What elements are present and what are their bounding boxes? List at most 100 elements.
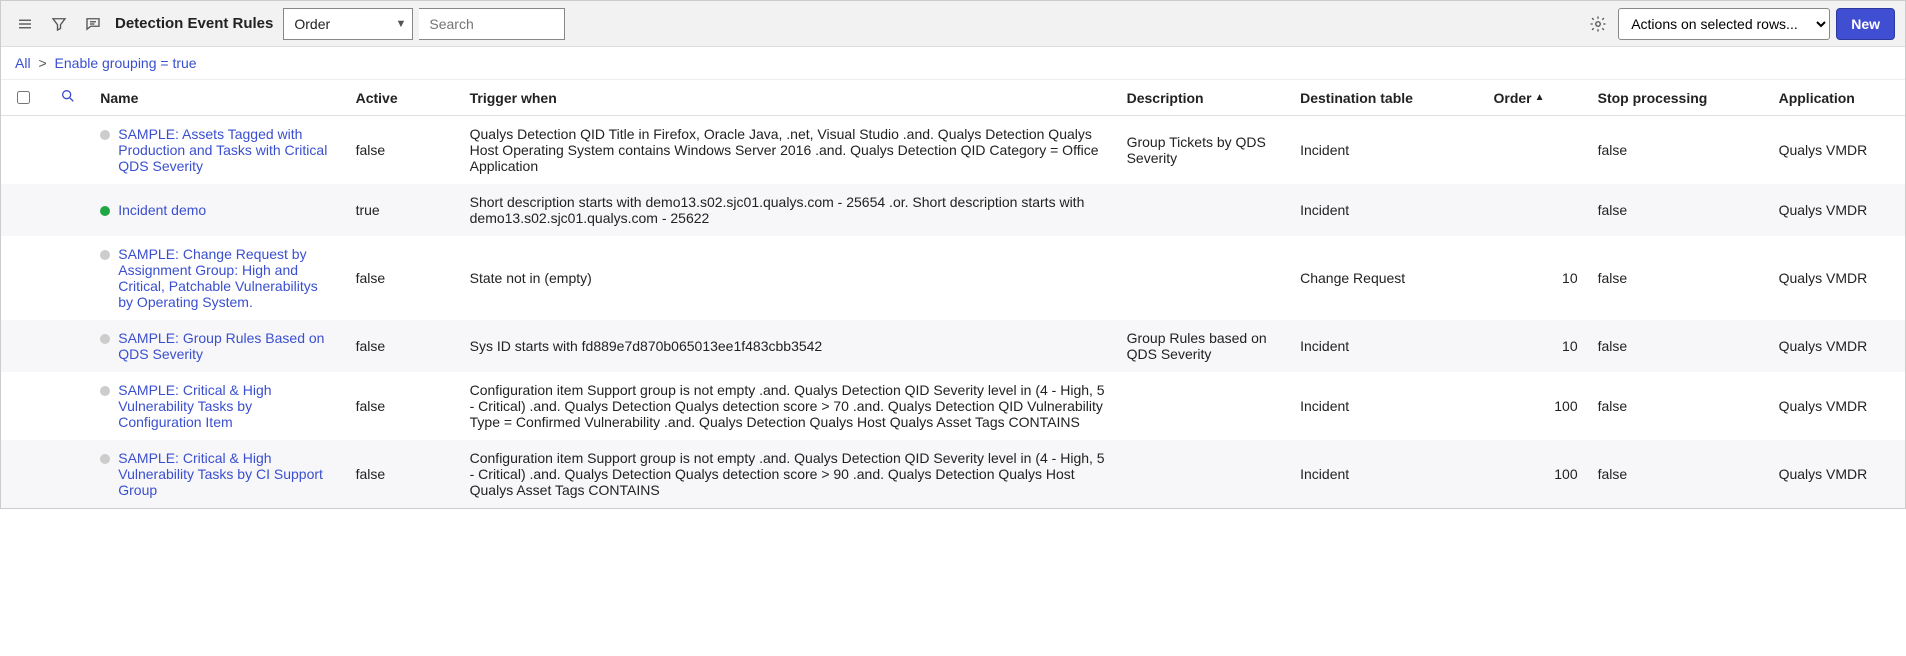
cell-application[interactable]: Qualys VMDR	[1769, 184, 1905, 236]
table-row: SAMPLE: Change Request by Assignment Gro…	[1, 236, 1905, 320]
row-gutter	[1, 372, 46, 440]
row-gutter2	[46, 440, 91, 508]
cell-destination: Incident	[1290, 116, 1483, 185]
select-all-header	[1, 80, 46, 116]
search-column-header[interactable]	[46, 80, 91, 116]
select-all-checkbox[interactable]	[17, 91, 30, 104]
actions-select[interactable]: Actions on selected rows...	[1618, 8, 1830, 40]
cell-active: false	[346, 236, 460, 320]
row-gutter2	[46, 320, 91, 372]
status-dot-icon	[100, 206, 110, 216]
row-gutter	[1, 236, 46, 320]
table-row: SAMPLE: Group Rules Based on QDS Severit…	[1, 320, 1905, 372]
table-header-row: Name Active Trigger when Description Des…	[1, 80, 1905, 116]
col-application[interactable]: Application	[1769, 80, 1905, 116]
cell-application[interactable]: Qualys VMDR	[1769, 116, 1905, 185]
cell-destination: Incident	[1290, 184, 1483, 236]
status-dot-icon	[100, 334, 110, 344]
cell-application[interactable]: Qualys VMDR	[1769, 440, 1905, 508]
cell-description: Group Rules based on QDS Severity	[1117, 320, 1291, 372]
cell-name: SAMPLE: Critical & High Vulnerability Ta…	[90, 440, 345, 508]
cell-order: 10	[1484, 320, 1588, 372]
cell-active: false	[346, 320, 460, 372]
data-table: Name Active Trigger when Description Des…	[1, 80, 1905, 508]
cell-stop: false	[1588, 440, 1769, 508]
sort-asc-icon: ▲	[1535, 92, 1545, 103]
row-name-link[interactable]: SAMPLE: Group Rules Based on QDS Severit…	[118, 330, 335, 362]
cell-destination: Incident	[1290, 440, 1483, 508]
sort-field-select[interactable]: Order ▼	[283, 8, 413, 40]
filter-icon[interactable]	[45, 10, 73, 38]
breadcrumb-sep: >	[38, 55, 46, 71]
search-input[interactable]	[419, 8, 565, 40]
cell-description	[1117, 372, 1291, 440]
cell-stop: false	[1588, 236, 1769, 320]
page-title: Detection Event Rules	[115, 15, 273, 32]
cell-destination: Incident	[1290, 372, 1483, 440]
gear-icon[interactable]	[1584, 10, 1612, 38]
cell-destination: Incident	[1290, 320, 1483, 372]
cell-name: SAMPLE: Critical & High Vulnerability Ta…	[90, 372, 345, 440]
table-row: SAMPLE: Assets Tagged with Production an…	[1, 116, 1905, 185]
cell-application[interactable]: Qualys VMDR	[1769, 236, 1905, 320]
status-dot-icon	[100, 454, 110, 464]
breadcrumb-filter[interactable]: Enable grouping = true	[55, 55, 197, 71]
row-gutter2	[46, 236, 91, 320]
cell-application[interactable]: Qualys VMDR	[1769, 320, 1905, 372]
chat-icon[interactable]	[79, 10, 107, 38]
breadcrumb: All > Enable grouping = true	[1, 47, 1905, 80]
cell-active: false	[346, 372, 460, 440]
cell-description	[1117, 184, 1291, 236]
cell-name: SAMPLE: Assets Tagged with Production an…	[90, 116, 345, 185]
cell-name: SAMPLE: Change Request by Assignment Gro…	[90, 236, 345, 320]
col-name[interactable]: Name	[90, 80, 345, 116]
breadcrumb-all[interactable]: All	[15, 55, 31, 71]
col-trigger[interactable]: Trigger when	[460, 80, 1117, 116]
row-gutter	[1, 440, 46, 508]
cell-stop: false	[1588, 372, 1769, 440]
cell-stop: false	[1588, 320, 1769, 372]
cell-stop: false	[1588, 184, 1769, 236]
row-gutter2	[46, 372, 91, 440]
row-name-link[interactable]: SAMPLE: Change Request by Assignment Gro…	[118, 246, 335, 310]
col-destination[interactable]: Destination table	[1290, 80, 1483, 116]
col-description[interactable]: Description	[1117, 80, 1291, 116]
cell-active: false	[346, 116, 460, 185]
new-button[interactable]: New	[1836, 8, 1895, 40]
table-row: SAMPLE: Critical & High Vulnerability Ta…	[1, 440, 1905, 508]
row-gutter	[1, 116, 46, 185]
row-name-link[interactable]: Incident demo	[118, 202, 206, 218]
cell-order: 100	[1484, 440, 1588, 508]
search-icon	[60, 91, 76, 107]
cell-stop: false	[1588, 116, 1769, 185]
cell-description	[1117, 440, 1291, 508]
status-dot-icon	[100, 130, 110, 140]
row-name-link[interactable]: SAMPLE: Assets Tagged with Production an…	[118, 126, 335, 174]
row-name-link[interactable]: SAMPLE: Critical & High Vulnerability Ta…	[118, 382, 335, 430]
cell-order	[1484, 184, 1588, 236]
toolbar: Detection Event Rules Order ▼ Actions on…	[1, 1, 1905, 47]
row-gutter2	[46, 116, 91, 185]
cell-order: 10	[1484, 236, 1588, 320]
cell-trigger: State not in (empty)	[460, 236, 1117, 320]
row-gutter	[1, 184, 46, 236]
col-active[interactable]: Active	[346, 80, 460, 116]
table-row: Incident demo trueShort description start…	[1, 184, 1905, 236]
col-stop[interactable]: Stop processing	[1588, 80, 1769, 116]
sort-field-value: Order	[294, 16, 330, 32]
table-row: SAMPLE: Critical & High Vulnerability Ta…	[1, 372, 1905, 440]
cell-active: true	[346, 184, 460, 236]
cell-name: SAMPLE: Group Rules Based on QDS Severit…	[90, 320, 345, 372]
chevron-down-icon: ▼	[395, 18, 406, 30]
menu-icon[interactable]	[11, 10, 39, 38]
cell-application[interactable]: Qualys VMDR	[1769, 372, 1905, 440]
col-order[interactable]: Order ▲	[1484, 80, 1588, 116]
row-gutter2	[46, 184, 91, 236]
cell-active: false	[346, 440, 460, 508]
row-gutter	[1, 320, 46, 372]
cell-trigger: Configuration item Support group is not …	[460, 440, 1117, 508]
row-name-link[interactable]: SAMPLE: Critical & High Vulnerability Ta…	[118, 450, 335, 498]
status-dot-icon	[100, 386, 110, 396]
cell-destination: Change Request	[1290, 236, 1483, 320]
cell-trigger: Short description starts with demo13.s02…	[460, 184, 1117, 236]
